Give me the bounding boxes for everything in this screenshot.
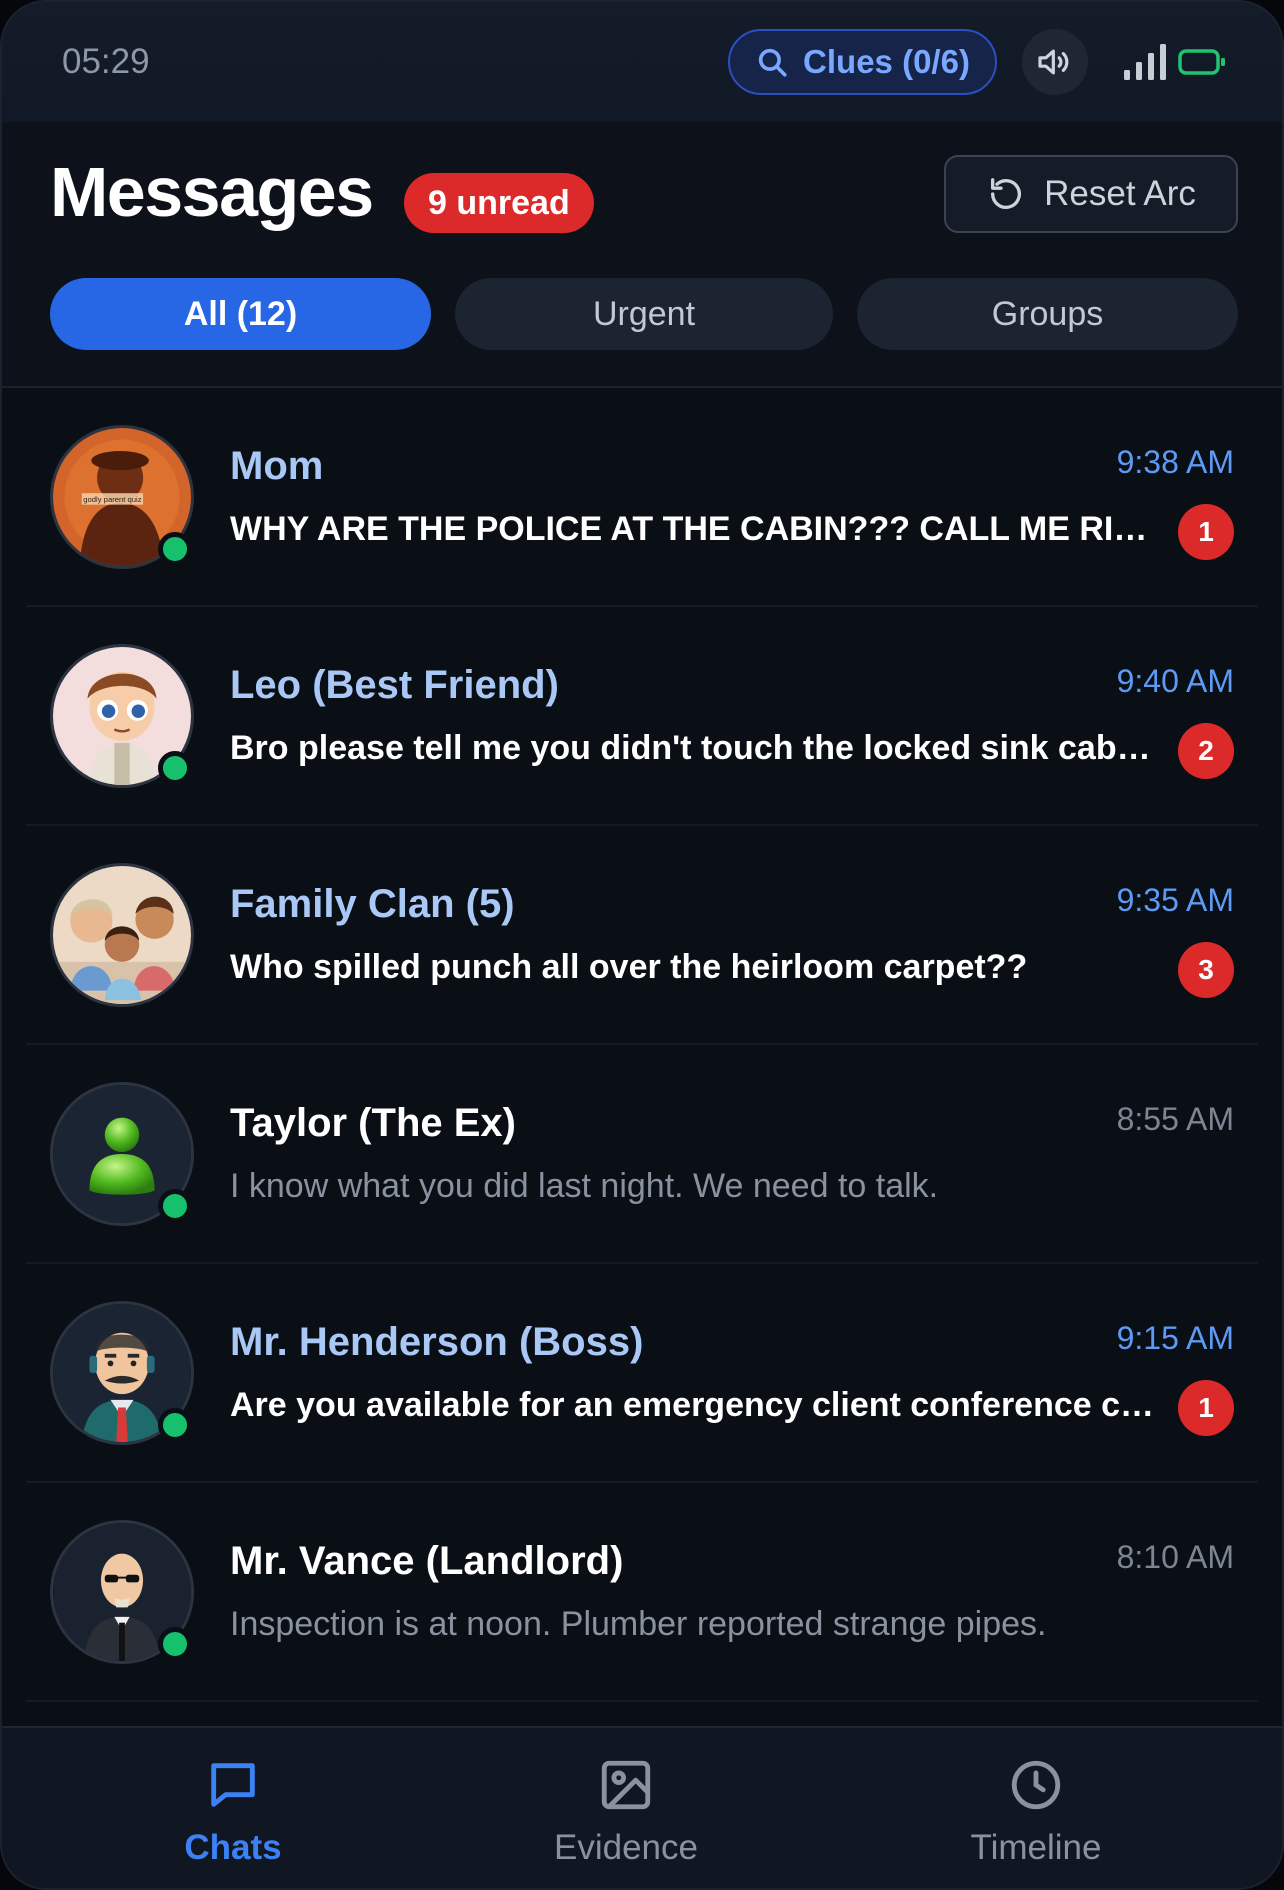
online-status-dot (158, 751, 192, 785)
unread-count: 1 (1178, 1380, 1234, 1436)
chat-name: Taylor (The Ex) (230, 1101, 516, 1145)
svg-text:godly parent quiz: godly parent quiz (83, 495, 141, 504)
chat-name: Family Clan (5) (230, 882, 515, 926)
reset-icon (991, 178, 1022, 209)
reset-arc-button[interactable]: Reset Arc (944, 155, 1238, 233)
nav-timeline[interactable]: Timeline (936, 1728, 1136, 1888)
clues-label: Clues (0/6) (803, 43, 970, 80)
chat-time: 9:35 AM (1116, 882, 1234, 918)
tab-urgent[interactable]: Urgent (455, 278, 833, 350)
chat-time: 9:15 AM (1116, 1320, 1234, 1356)
chat-time: 9:40 AM (1116, 663, 1234, 699)
unread-count-badge: 9 unread (404, 173, 594, 233)
family-avatar (50, 863, 194, 1007)
status-bar: 05:29 Clues (0/6) (2, 2, 1282, 122)
chat-name: Mr. Henderson (Boss) (230, 1320, 644, 1364)
clues-button[interactable]: Clues (0/6) (728, 29, 997, 95)
sound-toggle-button[interactable] (1022, 29, 1088, 95)
tab-groups[interactable]: Groups (857, 278, 1238, 350)
chat-name: Leo (Best Friend) (230, 663, 559, 707)
chat-time: 8:55 AM (1116, 1101, 1234, 1137)
signal-icon (1124, 44, 1166, 80)
online-status-dot (158, 1408, 192, 1442)
chat-row-family-clan[interactable]: Family Clan (5) 9:35 AM Who spilled punc… (2, 826, 1282, 1045)
phone-screen: 05:29 Clues (0/6) Messages 9 unread Rese… (0, 0, 1284, 1890)
chat-row-taylor[interactable]: Taylor (The Ex) 8:55 AM I know what you … (2, 1045, 1282, 1264)
clock-icon (1011, 1760, 1061, 1810)
unread-count: 2 (1178, 723, 1234, 779)
unread-count: 1 (1178, 504, 1234, 560)
speaker-icon (1038, 49, 1069, 75)
chat-preview: WHY ARE THE POLICE AT THE CABIN??? CALL … (230, 510, 1156, 548)
chat-row-vance[interactable]: Mr. Vance (Landlord) 8:10 AM Inspection … (2, 1483, 1282, 1702)
row-divider (26, 1700, 1258, 1702)
chat-name: Mom (230, 444, 324, 488)
online-status-dot (158, 532, 192, 566)
chat-preview: Bro please tell me you didn't touch the … (230, 729, 1156, 767)
chat-preview: Are you available for an emergency clien… (230, 1386, 1156, 1424)
chat-preview: I know what you did last night. We need … (230, 1167, 939, 1205)
chat-time: 9:38 AM (1116, 444, 1234, 480)
nav-label: Timeline (970, 1828, 1102, 1867)
nav-evidence[interactable]: Evidence (526, 1728, 726, 1888)
image-icon (601, 1760, 651, 1810)
chat-preview: Who spilled punch all over the heirloom … (230, 948, 1028, 986)
nav-label: Chats (184, 1828, 282, 1867)
chat-row-mom[interactable]: godly parent quiz Mom 9:38 AM WHY ARE TH… (2, 388, 1282, 607)
page-title: Messages (50, 153, 374, 231)
nav-label: Evidence (554, 1828, 698, 1867)
online-status-dot (158, 1189, 192, 1223)
bottom-nav: Chats Evidence Timeline (2, 1726, 1282, 1888)
reset-arc-label: Reset Arc (1044, 174, 1196, 213)
unread-count: 3 (1178, 942, 1234, 998)
nav-chats[interactable]: Chats (133, 1728, 333, 1888)
chat-time: 8:10 AM (1116, 1539, 1234, 1575)
chat-bubble-icon (211, 1763, 255, 1807)
status-time: 05:29 (62, 42, 150, 81)
tab-all[interactable]: All (12) (50, 278, 431, 350)
chat-preview: Inspection is at noon. Plumber reported … (230, 1605, 1047, 1643)
search-icon (758, 48, 787, 77)
online-status-dot (158, 1627, 192, 1661)
chat-row-leo[interactable]: Leo (Best Friend) 9:40 AM Bro please tel… (2, 607, 1282, 826)
chat-name: Mr. Vance (Landlord) (230, 1539, 624, 1583)
chat-row-henderson[interactable]: Mr. Henderson (Boss) 9:15 AM Are you ava… (2, 1264, 1282, 1483)
chat-list[interactable]: godly parent quiz Mom 9:38 AM WHY ARE TH… (2, 388, 1282, 1726)
battery-icon (1178, 49, 1225, 75)
